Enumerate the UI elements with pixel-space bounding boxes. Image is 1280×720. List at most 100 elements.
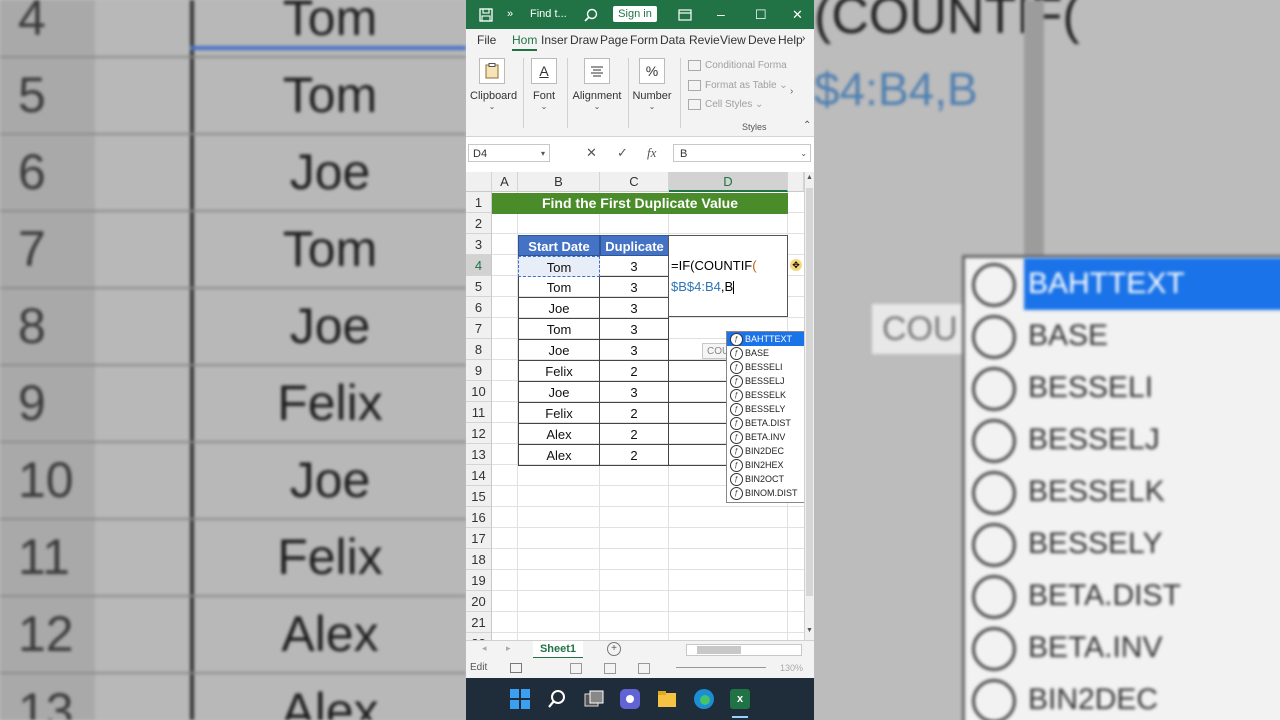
cell-duplicate-count[interactable]: 3 bbox=[600, 298, 669, 319]
cell-name[interactable]: Felix bbox=[518, 403, 600, 424]
row-header-5[interactable]: 5 bbox=[466, 276, 492, 297]
autocomplete-item[interactable]: ƒ BAHTTEXT bbox=[727, 332, 804, 346]
normal-view-icon[interactable] bbox=[570, 663, 582, 674]
enter-formula-icon[interactable]: ✓ bbox=[617, 144, 628, 162]
cell-duplicate-count[interactable]: 2 bbox=[600, 445, 669, 466]
row-header-21[interactable]: 21 bbox=[466, 612, 492, 633]
cell-styles-button[interactable]: Cell Styles ⌄ bbox=[688, 99, 763, 110]
cell-duplicate-count[interactable]: 3 bbox=[600, 340, 669, 361]
ribbon-display-icon[interactable] bbox=[678, 0, 692, 29]
insert-function-icon[interactable]: fx bbox=[647, 144, 656, 162]
row-header-4[interactable]: 4 bbox=[466, 255, 492, 276]
maximize-button[interactable]: ☐ bbox=[755, 0, 767, 29]
row-header-8[interactable]: 8 bbox=[466, 339, 492, 360]
cell-name[interactable]: Tom bbox=[518, 319, 600, 340]
cell-duplicate-count[interactable]: 2 bbox=[600, 361, 669, 382]
row-header-22[interactable]: 22 bbox=[466, 633, 492, 640]
sign-in-button[interactable]: Sign in bbox=[613, 6, 657, 22]
row-header-1[interactable]: 1 bbox=[466, 192, 492, 213]
tab-formulas[interactable]: Form bbox=[630, 33, 658, 47]
tab-data[interactable]: Data bbox=[660, 33, 685, 47]
row-header-16[interactable]: 16 bbox=[466, 507, 492, 528]
select-all-corner[interactable] bbox=[466, 172, 492, 192]
column-header-b[interactable]: B bbox=[518, 172, 600, 192]
row-header-14[interactable]: 14 bbox=[466, 465, 492, 486]
ribbon-expand-icon[interactable]: › bbox=[790, 86, 793, 97]
row-header-13[interactable]: 13 bbox=[466, 444, 492, 465]
edge-browser-icon[interactable] bbox=[694, 689, 714, 709]
prev-sheet-icon[interactable]: ◂ bbox=[482, 643, 487, 654]
row-header-7[interactable]: 7 bbox=[466, 318, 492, 339]
tab-help[interactable]: Help bbox=[778, 33, 803, 47]
cell-duplicate-count[interactable]: 2 bbox=[600, 403, 669, 424]
cancel-formula-icon[interactable]: ✕ bbox=[586, 144, 597, 162]
autocomplete-item[interactable]: ƒ BESSELY bbox=[727, 402, 804, 416]
search-icon[interactable] bbox=[584, 0, 598, 29]
cell-name[interactable]: Alex bbox=[518, 445, 600, 466]
accessibility-icon[interactable] bbox=[510, 663, 522, 673]
autocomplete-item[interactable]: ƒ BESSELK bbox=[727, 388, 804, 402]
formula-input[interactable]: B ⌄ bbox=[673, 144, 811, 162]
column-header-d[interactable]: D bbox=[669, 172, 788, 192]
cell-duplicate-count[interactable]: 2 bbox=[600, 424, 669, 445]
minimize-button[interactable]: – bbox=[717, 0, 725, 29]
active-cell-editor[interactable]: =IF(COUNTIF( $B$4:B4,B bbox=[668, 235, 788, 317]
file-explorer-icon[interactable] bbox=[657, 689, 677, 709]
tab-draw[interactable]: Draw bbox=[570, 33, 598, 47]
autocomplete-item[interactable]: ƒ BETA.INV bbox=[727, 430, 804, 444]
page-break-view-icon[interactable] bbox=[638, 663, 650, 674]
row-header-9[interactable]: 9 bbox=[466, 360, 492, 381]
tab-insert[interactable]: Inser bbox=[541, 33, 568, 47]
sheet-tab-sheet1[interactable]: Sheet1 bbox=[533, 641, 583, 659]
tab-review[interactable]: Revie bbox=[689, 33, 720, 47]
autocomplete-list[interactable]: ƒ BAHTTEXT ƒ BASE ƒ BESSELI ƒ BESSELJ ƒ BESSELK ƒ B… bbox=[726, 331, 804, 503]
autocomplete-item[interactable]: ƒ BETA.DIST bbox=[727, 416, 804, 430]
autocomplete-item[interactable]: ƒ BESSELI bbox=[727, 360, 804, 374]
task-view-icon[interactable] bbox=[584, 689, 604, 709]
cell-name[interactable]: Felix bbox=[518, 361, 600, 382]
close-button[interactable]: ✕ bbox=[792, 0, 803, 29]
vertical-scrollbar[interactable]: ▲ ▼ bbox=[804, 172, 814, 640]
row-header-3[interactable]: 3 bbox=[466, 234, 492, 255]
cell-name[interactable]: Alex bbox=[518, 424, 600, 445]
row-header-17[interactable]: 17 bbox=[466, 528, 492, 549]
column-header-a[interactable]: A bbox=[492, 172, 518, 192]
cell-duplicate-count[interactable]: 3 bbox=[600, 319, 669, 340]
zoom-slider[interactable] bbox=[676, 667, 766, 668]
start-icon[interactable] bbox=[510, 689, 530, 709]
clipboard-group[interactable]: Clipboard ⌄ bbox=[470, 58, 517, 111]
fill-handle-move-icon[interactable]: ✥ bbox=[790, 259, 802, 271]
number-group[interactable]: % Number ⌄ bbox=[632, 58, 672, 111]
column-header-c[interactable]: C bbox=[600, 172, 669, 192]
autocomplete-item[interactable]: ƒ BIN2HEX bbox=[727, 458, 804, 472]
header-start-date[interactable]: Start Date bbox=[518, 235, 600, 256]
tab-file[interactable]: File bbox=[477, 33, 496, 47]
next-sheet-icon[interactable]: ▸ bbox=[506, 643, 511, 654]
cell-duplicate-count[interactable]: 3 bbox=[600, 382, 669, 403]
row-header-12[interactable]: 12 bbox=[466, 423, 492, 444]
tab-view[interactable]: View bbox=[720, 33, 746, 47]
cell-name[interactable]: Joe bbox=[518, 382, 600, 403]
cell-duplicate-count[interactable]: 3 bbox=[600, 277, 669, 298]
tab-home[interactable]: Hom bbox=[512, 33, 538, 51]
save-icon[interactable] bbox=[479, 0, 493, 29]
horizontal-scrollbar[interactable] bbox=[686, 644, 802, 656]
autocomplete-item[interactable]: ƒ BIN2DEC bbox=[727, 444, 804, 458]
row-header-11[interactable]: 11 bbox=[466, 402, 492, 423]
row-header-20[interactable]: 20 bbox=[466, 591, 492, 612]
row-header-18[interactable]: 18 bbox=[466, 549, 492, 570]
tab-developer[interactable]: Deve bbox=[748, 33, 776, 47]
autocomplete-item[interactable]: ƒ BASE bbox=[727, 346, 804, 360]
tab-page-layout[interactable]: Page bbox=[600, 33, 628, 47]
format-as-table-button[interactable]: Format as Table ⌄ bbox=[688, 80, 788, 91]
row-header-2[interactable]: 2 bbox=[466, 213, 492, 234]
row-header-15[interactable]: 15 bbox=[466, 486, 492, 507]
alignment-group[interactable]: Alignment ⌄ bbox=[572, 58, 622, 111]
page-layout-view-icon[interactable] bbox=[604, 663, 616, 674]
conditional-formatting-button[interactable]: Conditional Forma bbox=[688, 60, 787, 71]
zoom-level[interactable]: 130% bbox=[780, 658, 803, 678]
row-header-10[interactable]: 10 bbox=[466, 381, 492, 402]
cell-name[interactable]: Joe bbox=[518, 298, 600, 319]
collapse-ribbon-icon[interactable]: ⌃ bbox=[803, 120, 811, 131]
column-header-e[interactable] bbox=[788, 172, 804, 192]
